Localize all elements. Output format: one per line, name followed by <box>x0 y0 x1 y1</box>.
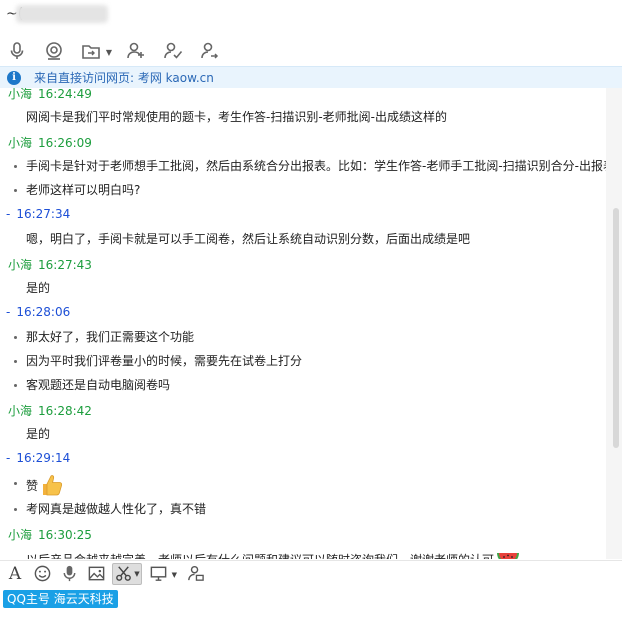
screenshot-scissors-icon <box>116 566 132 581</box>
image-button[interactable] <box>85 563 107 585</box>
emoji-button[interactable] <box>31 563 53 585</box>
account-tag[interactable]: QQ主号 海云天科技 <box>3 590 118 608</box>
screen-share-icon <box>150 566 166 581</box>
folder-transfer-icon <box>82 45 100 59</box>
message-bullet <box>14 508 17 511</box>
message-body: 网阅卡是我们平时常规使用的题卡，考生作答-扫描识别-老师批阅-出成绩这样的 <box>26 110 447 124</box>
message-time: 16:27:34 <box>16 207 71 221</box>
sender-name[interactable]: 小海 <box>8 136 32 150</box>
thumbs-up-emoji-icon <box>40 474 64 499</box>
voice-message-icon <box>63 565 75 582</box>
message-header: 小海 16:24:49 <box>8 88 606 102</box>
chevron-down-icon[interactable]: ▼ <box>134 570 139 578</box>
message-body: 因为平时我们评卷量小的时候，需要先在试卷上打分 <box>26 354 303 368</box>
sender-name[interactable]: - <box>6 305 10 319</box>
emoji-icon <box>34 565 50 582</box>
message-header: 小海 16:27:43 <box>8 256 606 273</box>
message-bullet <box>14 360 17 363</box>
message-body: 那太好了，我们正需要这个功能 <box>26 330 195 344</box>
confirm-contact-button[interactable] <box>162 40 184 62</box>
message-body: 以后产品会越来越完善，老师以后有什么问题和建议可以随时咨询我们，谢谢老师的认可 <box>26 553 494 559</box>
message-header: 小海 16:30:25 <box>8 526 606 543</box>
message-text: 是的 <box>26 425 606 442</box>
message-text: 因为平时我们评卷量小的时候，需要先在试卷上打分 <box>26 352 606 369</box>
message-header: 小海 16:26:09 <box>8 134 606 151</box>
add-contact-button[interactable] <box>125 40 147 62</box>
message-body: 手阅卡是针对于老师想手工批阅，然后由系统合分出报表。比如：学生作答-老师手工批阅… <box>26 159 606 173</box>
message-body: 考网真是越做越人性化了，真不错 <box>26 502 207 516</box>
screen-share-button[interactable]: ▼ <box>147 563 177 585</box>
font-icon: A <box>8 563 22 584</box>
sender-name[interactable]: - <box>6 207 10 221</box>
sender-name[interactable]: 小海 <box>8 528 32 542</box>
message-header: -16:27:34 <box>6 207 606 221</box>
notice-text: 来自直接访问网页: 考网 kaow.cn <box>34 71 214 85</box>
message-time: 16:30:25 <box>38 528 92 542</box>
message-text: 网阅卡是我们平时常规使用的题卡，考生作答-扫描识别-老师批阅-出成绩这样的 <box>26 108 606 125</box>
chat-history[interactable]: 小海 16:24:49 网阅卡是我们平时常规使用的题卡，考生作答-扫描识别-老师批阅… <box>0 88 606 559</box>
file-transfer-button[interactable]: ▼ <box>80 40 112 62</box>
input-toolbar: A ▼ ▼ <box>0 560 622 586</box>
message-text: 那太好了，我们正需要这个功能 <box>26 328 606 345</box>
voice-message-button[interactable] <box>58 563 80 585</box>
message-body: 嗯，明白了，手阅卡就是可以手工阅卷，然后让系统自动识别分数，后面出成绩是吧 <box>26 232 471 246</box>
message-body: 赞 <box>26 479 39 493</box>
message-time: 16:27:43 <box>38 258 92 272</box>
video-call-button[interactable] <box>43 40 65 62</box>
message-bullet <box>14 165 17 168</box>
remote-assist-icon <box>187 565 204 581</box>
message-text: 手阅卡是针对于老师想手工批阅，然后由系统合分出报表。比如：学生作答-老师手工批阅… <box>26 157 606 174</box>
add-contact-icon <box>127 42 144 59</box>
chat-window-title: ~( <box>0 0 622 36</box>
message-time: 16:29:14 <box>16 451 71 465</box>
message-time: 16:28:06 <box>16 305 71 319</box>
message-header: -16:28:06 <box>6 305 606 319</box>
message-header: 小海 16:28:42 <box>8 402 606 419</box>
confirm-contact-icon <box>164 42 183 59</box>
message-time: 16:28:42 <box>38 404 92 418</box>
message-text: 嗯，明白了，手阅卡就是可以手工阅卷，然后让系统自动识别分数，后面出成绩是吧 <box>26 230 606 247</box>
scrollbar-thumb[interactable] <box>613 208 619 448</box>
forward-contact-icon <box>201 42 219 59</box>
message-body: 老师这样可以明白吗? <box>26 183 141 197</box>
chat-top-toolbar: ▼ <box>0 36 622 66</box>
message-bullet <box>14 384 17 387</box>
video-camera-icon <box>46 42 62 60</box>
contact-name-redacted <box>16 5 108 23</box>
sender-name[interactable]: 小海 <box>8 88 32 101</box>
message-time: 16:26:09 <box>38 136 92 150</box>
visitor-source-notice: i 来自直接访问网页: 考网 kaow.cn <box>0 66 622 88</box>
message-bullet <box>14 336 17 339</box>
message-bullet <box>14 482 17 485</box>
watermelon-emoji-icon <box>496 549 520 559</box>
message-text: 赞 <box>26 474 606 499</box>
screenshot-button[interactable]: ▼ <box>112 562 142 585</box>
message-text: 以后产品会越来越完善，老师以后有什么问题和建议可以随时咨询我们，谢谢老师的认可 <box>26 549 606 559</box>
message-bullet <box>14 189 17 192</box>
sender-name[interactable]: - <box>6 451 10 465</box>
image-icon <box>88 566 104 581</box>
font-button[interactable]: A <box>4 563 26 585</box>
message-time: 16:24:49 <box>38 88 92 101</box>
message-body: 客观题还是自动电脑阅卷吗 <box>26 378 171 392</box>
info-icon: i <box>7 70 21 85</box>
sender-name[interactable]: 小海 <box>8 258 32 272</box>
forward-contact-button[interactable] <box>199 40 221 62</box>
chat-scrollbar[interactable] <box>606 88 622 559</box>
message-body: 是的 <box>26 281 51 295</box>
message-text: 是的 <box>26 279 606 296</box>
message-body: 是的 <box>26 427 51 441</box>
message-text: 客观题还是自动电脑阅卷吗 <box>26 376 606 393</box>
message-text: 老师这样可以明白吗? <box>26 181 606 198</box>
microphone-icon <box>10 42 24 59</box>
chevron-down-icon[interactable]: ▼ <box>106 48 112 57</box>
message-header: -16:29:14 <box>6 451 606 465</box>
remote-assist-button[interactable] <box>184 563 206 585</box>
sender-name[interactable]: 小海 <box>8 404 32 418</box>
message-text: 考网真是越做越人性化了，真不错 <box>26 500 606 517</box>
chevron-down-icon[interactable]: ▼ <box>172 571 177 579</box>
voice-call-button[interactable] <box>6 40 28 62</box>
